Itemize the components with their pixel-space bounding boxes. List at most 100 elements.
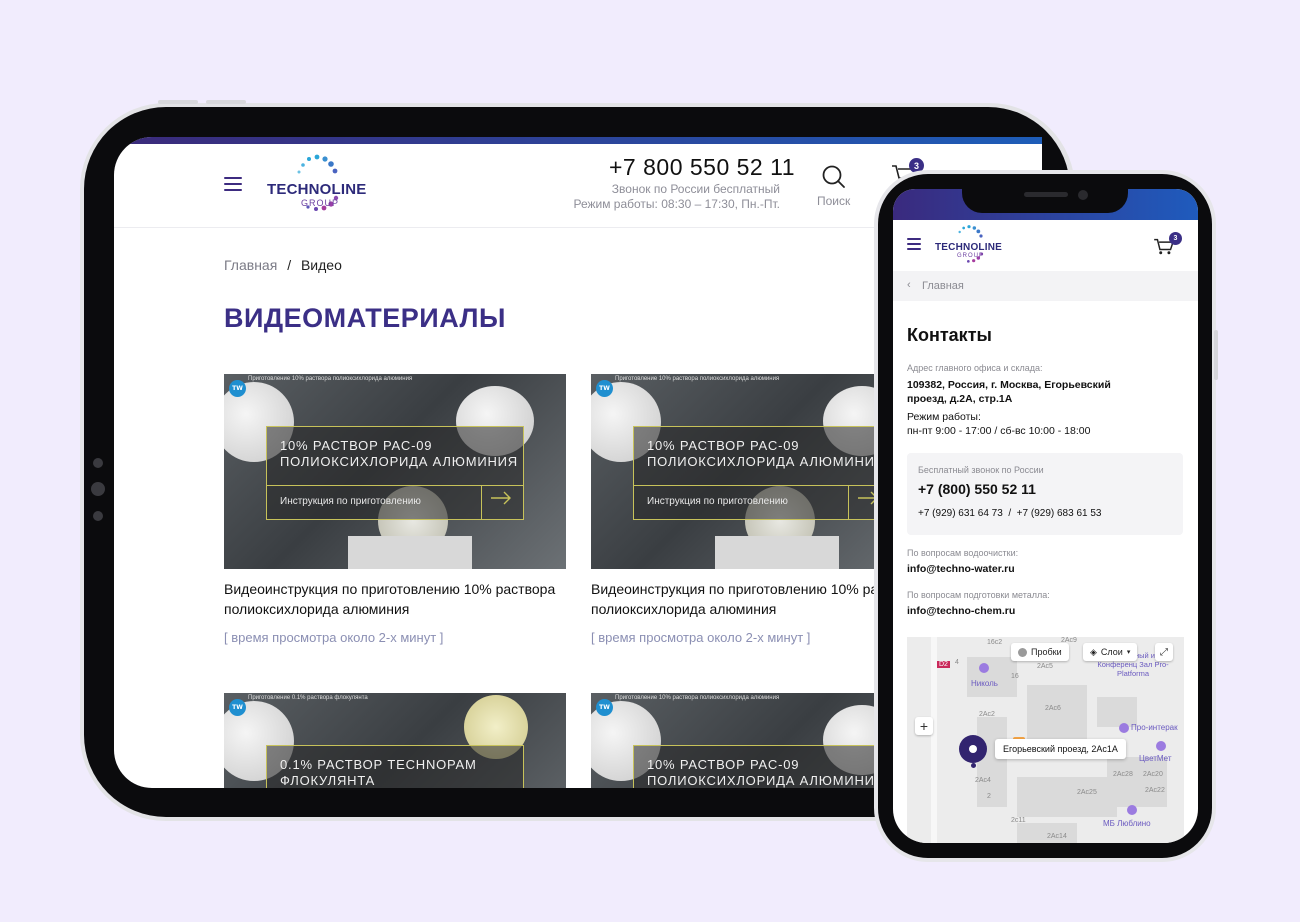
address-label: Адрес главного офиса и склада: <box>907 363 1043 373</box>
mobile-logo-text: TECHNOLINE <box>935 242 1002 253</box>
logo-subtext: GROUP <box>301 198 340 208</box>
video-top-caption: Приготовление 10% раствора полиоксихлори… <box>615 376 780 382</box>
traffic-icon <box>1018 647 1027 657</box>
map-building-label: 2с11 <box>1011 817 1026 824</box>
water-email[interactable]: info@techno-water.ru <box>907 562 1015 576</box>
overlay-title-line2: ФЛОКУЛЯНТА <box>280 773 376 788</box>
site-logo[interactable]: TECHNOLINE GROUP <box>267 153 367 219</box>
poi-label: Николь <box>971 679 998 688</box>
map-building <box>967 657 1017 697</box>
tablet-top-button-2 <box>206 100 246 104</box>
map-pin-point <box>971 763 976 768</box>
call-note: Звонок по России бесплатный <box>611 182 780 196</box>
address-line-2: проезд, д.2А, стр.1А <box>907 393 1013 405</box>
map-building <box>1107 757 1167 807</box>
logo-text: TECHNOLINE <box>267 181 367 198</box>
video-duration: [ время просмотра около 2-х минут ] <box>591 630 811 645</box>
location-map[interactable]: D2 16с2 2Ас9 2Ас5 16 2Ас2 2Ас6 2Ас28 2Ас… <box>907 637 1184 843</box>
map-building-label: 2Ас14 <box>1047 833 1067 840</box>
overlay-title-line1: 0.1% РАСТВОР TECHNOPAM <box>280 757 477 772</box>
zoom-in-button[interactable]: + <box>915 717 933 735</box>
overlay-divider <box>848 485 849 519</box>
hotel-poi-icon <box>979 663 989 673</box>
fullscreen-icon[interactable]: ⤢ <box>1155 643 1173 661</box>
map-building-label: 2Ас22 <box>1145 787 1165 794</box>
mobile-header: TECHNOLINE GROUP 3 <box>893 220 1198 270</box>
overlay-divider <box>267 485 523 486</box>
map-pin-icon[interactable] <box>959 735 987 763</box>
channel-logo-icon: TW <box>596 380 613 397</box>
video-prop-scale <box>348 536 472 569</box>
tablet-top-button <box>158 100 198 104</box>
mobile-logo[interactable]: TECHNOLINE GROUP <box>935 224 1005 268</box>
chevron-down-icon: ▾ <box>1126 649 1131 656</box>
address-line-1: 109382, Россия, г. Москва, Егорьевский <box>907 379 1111 391</box>
video-thumbnail[interactable]: TW Приготовление 10% раствора полиоксихл… <box>224 374 566 569</box>
road-badge: D2 <box>937 661 950 668</box>
mobile-page-title: Контакты <box>907 325 992 345</box>
search-icon <box>822 165 845 188</box>
hours-label: Режим работы: <box>907 411 981 423</box>
video-duration: [ время просмотра около 2-х минут ] <box>224 630 444 645</box>
overlay-title-line2: ПОЛИОКСИХЛОРИДА АЛЮМИНИЯ <box>280 454 518 469</box>
mobile-cart-button[interactable]: 3 <box>1153 232 1183 256</box>
map-traffic-button[interactable]: Пробки <box>1011 643 1069 661</box>
menu-icon[interactable] <box>224 177 242 195</box>
layers-icon: ◈ <box>1090 646 1097 657</box>
video-prop-scale <box>715 536 839 569</box>
metal-email[interactable]: info@techno-chem.ru <box>907 604 1015 618</box>
poi-label: МБ Люблино <box>1103 819 1151 828</box>
map-building-label: 2Ас5 <box>1037 663 1053 670</box>
overlay-subtitle: Инструкция по приготовлению <box>280 496 421 507</box>
hours-value: пн-пт 9:00 - 17:00 / сб-вс 10:00 - 18:00 <box>907 425 1091 437</box>
header-phone[interactable]: +7 800 550 52 11 <box>609 154 795 181</box>
poi-marker-icon <box>1156 741 1166 751</box>
overlay-title-line1: 10% РАСТВОР PAC-09 <box>647 438 800 453</box>
channel-logo-icon: TW <box>229 699 246 716</box>
channel-logo-icon: TW <box>229 380 246 397</box>
video-top-caption: Приготовление 0.1% раствора флокулянта <box>248 695 368 701</box>
free-call-phone[interactable]: +7 (800) 550 52 11 <box>918 481 1036 497</box>
metal-label: По вопросам подготовки металла: <box>907 590 1050 600</box>
video-thumbnail[interactable]: TW Приготовление 0.1% раствора флокулянт… <box>224 693 566 788</box>
video-top-caption: Приготовление 10% раствора полиоксихлори… <box>248 376 413 382</box>
overlay-title-line2: ПОЛИОКСИХЛОРИДА АЛЮМИНИЯ <box>647 454 885 469</box>
map-building-label: 2Ас28 <box>1113 771 1133 778</box>
overlay-title-line1: 10% РАСТВОР PAC-09 <box>280 438 433 453</box>
overlay-divider <box>481 485 482 519</box>
breadcrumb: Главная / Видео <box>224 257 342 273</box>
map-building-label: 16с2 <box>987 639 1003 646</box>
overlay-title-line1: 10% РАСТВОР PAC-09 <box>647 757 800 772</box>
phone-side-button <box>1214 330 1218 380</box>
arrow-right-icon <box>491 491 511 505</box>
map-building-label: 2Ас2 <box>979 711 995 718</box>
overlay-divider <box>634 485 890 486</box>
channel-logo-icon: TW <box>596 699 613 716</box>
map-building-label: 2Ас25 <box>1077 789 1097 796</box>
traffic-label: Пробки <box>1031 647 1062 657</box>
search-label: Поиск <box>817 194 851 208</box>
mobile-breadcrumb[interactable]: ‹ Главная <box>893 271 1198 301</box>
map-pin-label: Егорьевский проезд, 2Ас1А <box>995 739 1126 759</box>
mobile-logo-subtext: GROUP <box>957 253 985 259</box>
search-button[interactable]: Поиск <box>814 164 854 214</box>
poi-label: Про-интерак <box>1131 723 1178 732</box>
mobile-cart-count-badge: 3 <box>1169 232 1182 245</box>
other-phones[interactable]: +7 (929) 631 64 73 / +7 (929) 683 61 53 <box>918 508 1101 519</box>
mobile-menu-icon[interactable] <box>907 238 921 253</box>
map-building <box>977 717 1007 807</box>
map-building-label: 2Ас4 <box>975 777 991 784</box>
chevron-left-icon: ‹ <box>907 279 911 291</box>
tablet-camera-dot <box>93 458 103 468</box>
water-label: По вопросам водоочистки: <box>907 548 1019 558</box>
map-building-label: 2Ас20 <box>1143 771 1163 778</box>
work-hours: Режим работы: 08:30 – 17:30, Пн.-Пт. <box>573 197 780 211</box>
phone-screen: TECHNOLINE GROUP 3 ‹ Главная Контакты Ад… <box>893 189 1198 843</box>
tablet-camera <box>91 482 105 496</box>
video-title[interactable]: Видеоинструкция по приготовлению 10% рас… <box>224 579 569 619</box>
map-building <box>1017 777 1117 817</box>
map-building-label: 16 <box>1011 673 1019 680</box>
map-layers-button[interactable]: ◈ Слои ▾ <box>1083 643 1138 661</box>
phone-contact-card: Бесплатный звонок по России +7 (800) 550… <box>907 453 1183 535</box>
breadcrumb-home[interactable]: Главная <box>224 257 277 273</box>
